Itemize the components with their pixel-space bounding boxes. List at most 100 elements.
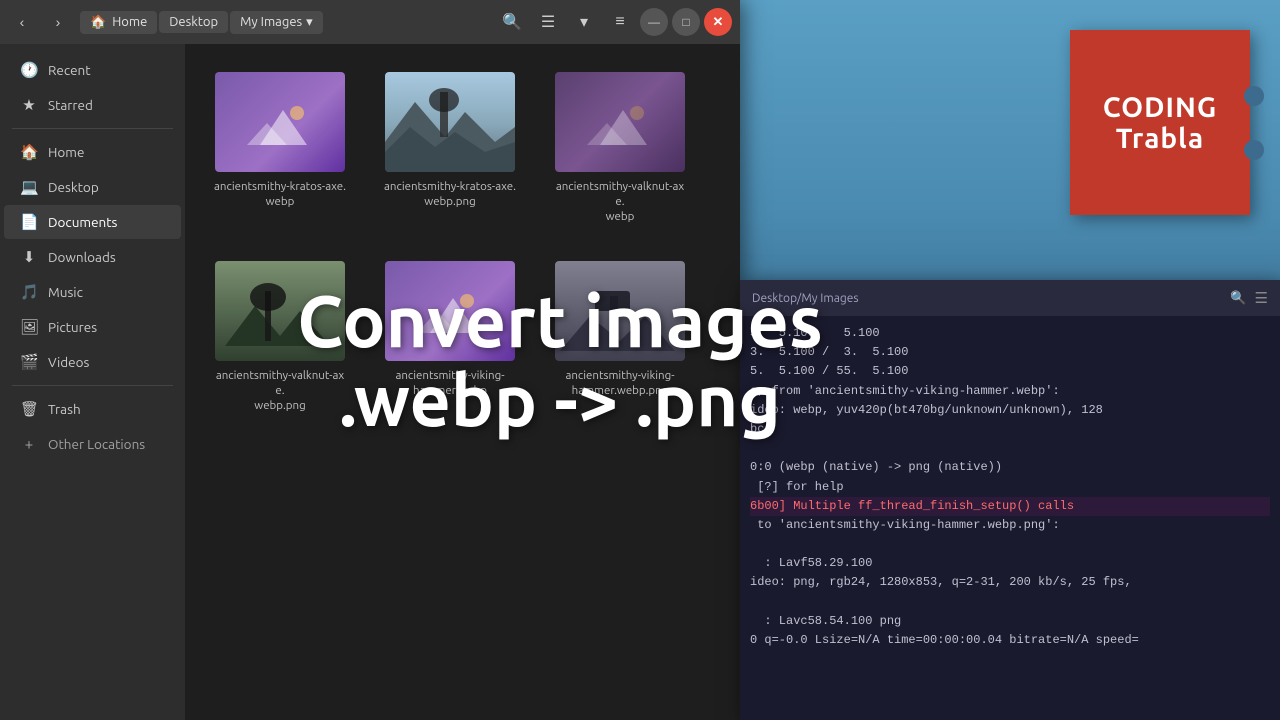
terminal-line: [?] for help bbox=[750, 478, 1270, 497]
file-label: ancientsmithy-valknut-axe.webp.png bbox=[213, 369, 347, 414]
minimize-button[interactable]: — bbox=[640, 8, 668, 36]
breadcrumb-myimages[interactable]: My Images ▾ bbox=[230, 11, 323, 34]
sidebar-item-other-locations[interactable]: + Other Locations bbox=[4, 427, 181, 460]
toolbar-actions: 🔍 ☰ ▾ ≡ — □ ✕ bbox=[496, 6, 732, 38]
logo-notch-bottom bbox=[1244, 140, 1264, 160]
sidebar: 🕐 Recent ★ Starred 🏠 Home 💻 Desktop 📄 Do… bbox=[0, 44, 185, 720]
breadcrumb-desktop[interactable]: Desktop bbox=[159, 11, 228, 33]
terminal-line: 0 q=-0.0 Lsize=N/A time=00:00:00.04 bitr… bbox=[750, 631, 1270, 650]
terminal-line: ideo: png, rgb24, 1280x853, q=2-31, 200 … bbox=[750, 573, 1270, 592]
breadcrumb-desktop-label: Desktop bbox=[169, 15, 218, 29]
sidebar-divider-1 bbox=[12, 128, 173, 129]
view-list-icon: ☰ bbox=[541, 12, 555, 32]
file-thumbnail bbox=[385, 72, 515, 172]
list-item[interactable]: ancientsmithy-viking-hammer.webp bbox=[375, 253, 525, 422]
file-thumbnail bbox=[215, 261, 345, 361]
logo-coding-text: CODING bbox=[1103, 92, 1217, 123]
sidebar-item-trash[interactable]: 🗑 Trash bbox=[4, 392, 181, 426]
file-label: ancientsmithy-kratos-axe.webp.png bbox=[384, 180, 516, 210]
breadcrumb-home-label: Home bbox=[112, 15, 147, 29]
trash-icon: 🗑 bbox=[20, 400, 38, 418]
sidebar-item-music[interactable]: 🎵 Music bbox=[4, 275, 181, 309]
breadcrumb-myimages-label: My Images bbox=[240, 15, 302, 29]
nav-back-icon: ‹ bbox=[20, 14, 25, 30]
nav-forward-button[interactable]: › bbox=[44, 8, 72, 36]
view-dropdown-button[interactable]: ▾ bbox=[568, 6, 600, 38]
terminal-search-icon: 🔍 bbox=[1230, 291, 1246, 306]
sidebar-other-locations-label: Other Locations bbox=[48, 436, 145, 452]
sidebar-item-recent[interactable]: 🕐 Recent bbox=[4, 53, 181, 87]
photo-valknut-svg bbox=[215, 261, 345, 361]
terminal-search-area: 🔍 ☰ bbox=[1230, 289, 1268, 307]
file-thumbnail bbox=[555, 72, 685, 172]
sidebar-item-home[interactable]: 🏠 Home bbox=[4, 135, 181, 169]
sidebar-desktop-label: Desktop bbox=[48, 179, 99, 195]
file-thumbnail bbox=[215, 72, 345, 172]
sidebar-downloads-label: Downloads bbox=[48, 249, 116, 265]
photo-kratos-svg bbox=[385, 72, 515, 172]
sidebar-item-videos[interactable]: 🎬 Videos bbox=[4, 345, 181, 379]
title-bar: ‹ › 🏠 Home Desktop My Images ▾ 🔍 ☰ bbox=[0, 0, 740, 44]
terminal-line: 6b00] Multiple ff_thread_finish_setup() … bbox=[750, 497, 1270, 516]
maximize-button[interactable]: □ bbox=[672, 8, 700, 36]
terminal-line bbox=[750, 439, 1270, 458]
list-item[interactable]: ancientsmithy-valknut-axe.webp.png bbox=[205, 253, 355, 422]
logo-notch-top bbox=[1244, 86, 1264, 106]
menu-button[interactable]: ≡ bbox=[604, 6, 636, 38]
sidebar-music-label: Music bbox=[48, 284, 83, 300]
file-thumbnail bbox=[555, 261, 685, 361]
add-location-icon: + bbox=[20, 435, 38, 452]
file-label: ancientsmithy-viking-hammer.webp bbox=[395, 369, 504, 399]
starred-icon: ★ bbox=[20, 96, 38, 114]
terminal-line: 5. 5.100 5.100 bbox=[750, 324, 1270, 343]
terminal-line: 3. 5.100 / 3. 5.100 bbox=[750, 343, 1270, 362]
file-label: ancientsmithy-kratos-axe.webp bbox=[214, 180, 346, 210]
documents-icon: 📄 bbox=[20, 213, 38, 231]
terminal-body[interactable]: 5. 5.100 5.100 3. 5.100 / 3. 5.100 5. 5.… bbox=[740, 316, 1280, 720]
list-item[interactable]: ancientsmithy-kratos-axe.webp bbox=[205, 64, 355, 233]
terminal-header: Desktop/My Images 🔍 ☰ bbox=[740, 280, 1280, 316]
nav-forward-icon: › bbox=[56, 14, 61, 30]
sidebar-documents-label: Documents bbox=[48, 214, 117, 230]
downloads-icon: ⬇ bbox=[20, 248, 38, 266]
view-list-button[interactable]: ☰ bbox=[532, 6, 564, 38]
terminal-title: Desktop/My Images bbox=[752, 292, 859, 305]
dropdown-arrow-icon: ▾ bbox=[306, 15, 313, 30]
photo-hammer-svg bbox=[555, 261, 685, 361]
sidebar-home-label: Home bbox=[48, 144, 84, 160]
terminal-line: e, from 'ancientsmithy-viking-hammer.web… bbox=[750, 382, 1270, 401]
maximize-icon: □ bbox=[682, 15, 689, 29]
terminal-line: 5. 5.100 / 55. 5.100 bbox=[750, 362, 1270, 381]
sidebar-divider-2 bbox=[12, 385, 173, 386]
sidebar-item-downloads[interactable]: ⬇ Downloads bbox=[4, 240, 181, 274]
nav-back-button[interactable]: ‹ bbox=[8, 8, 36, 36]
sidebar-pictures-label: Pictures bbox=[48, 319, 97, 335]
list-item[interactable]: ancientsmithy-kratos-axe.webp.png bbox=[375, 64, 525, 233]
list-item[interactable]: ancientsmithy-viking-hammer.webp.png bbox=[545, 253, 695, 422]
breadcrumb-home[interactable]: 🏠 Home bbox=[80, 11, 157, 34]
mountain-icon bbox=[415, 283, 485, 338]
close-icon: ✕ bbox=[713, 14, 724, 30]
view-dropdown-icon: ▾ bbox=[580, 12, 588, 32]
file-label: ancientsmithy-viking-hammer.webp.png bbox=[565, 369, 674, 399]
search-icon: 🔍 bbox=[502, 12, 522, 32]
sidebar-trash-label: Trash bbox=[48, 401, 81, 417]
pictures-icon: 🖼 bbox=[20, 318, 38, 336]
search-button[interactable]: 🔍 bbox=[496, 6, 528, 38]
logo-overlay: CODING Trabla bbox=[1070, 30, 1250, 215]
sidebar-recent-label: Recent bbox=[48, 62, 91, 78]
home-sidebar-icon: 🏠 bbox=[20, 143, 38, 161]
sidebar-item-starred[interactable]: ★ Starred bbox=[4, 88, 181, 122]
file-grid: ancientsmithy-kratos-axe.webp bbox=[185, 44, 740, 720]
list-item[interactable]: ancientsmithy-valknut-axe.webp bbox=[545, 64, 695, 233]
sidebar-item-documents[interactable]: 📄 Documents bbox=[4, 205, 181, 239]
terminal-line: ideo: webp, yuv420p(bt470bg/unknown/unkn… bbox=[750, 401, 1270, 420]
sidebar-item-pictures[interactable]: 🖼 Pictures bbox=[4, 310, 181, 344]
logo-trabla-text: Trabla bbox=[1116, 123, 1204, 154]
music-icon: 🎵 bbox=[20, 283, 38, 301]
file-label: ancientsmithy-valknut-axe.webp bbox=[553, 180, 687, 225]
terminal-line: to 'ancientsmithy-viking-hammer.webp.png… bbox=[750, 516, 1270, 535]
close-button[interactable]: ✕ bbox=[704, 8, 732, 36]
breadcrumb: 🏠 Home Desktop My Images ▾ bbox=[80, 11, 488, 34]
sidebar-item-desktop[interactable]: 💻 Desktop bbox=[4, 170, 181, 204]
